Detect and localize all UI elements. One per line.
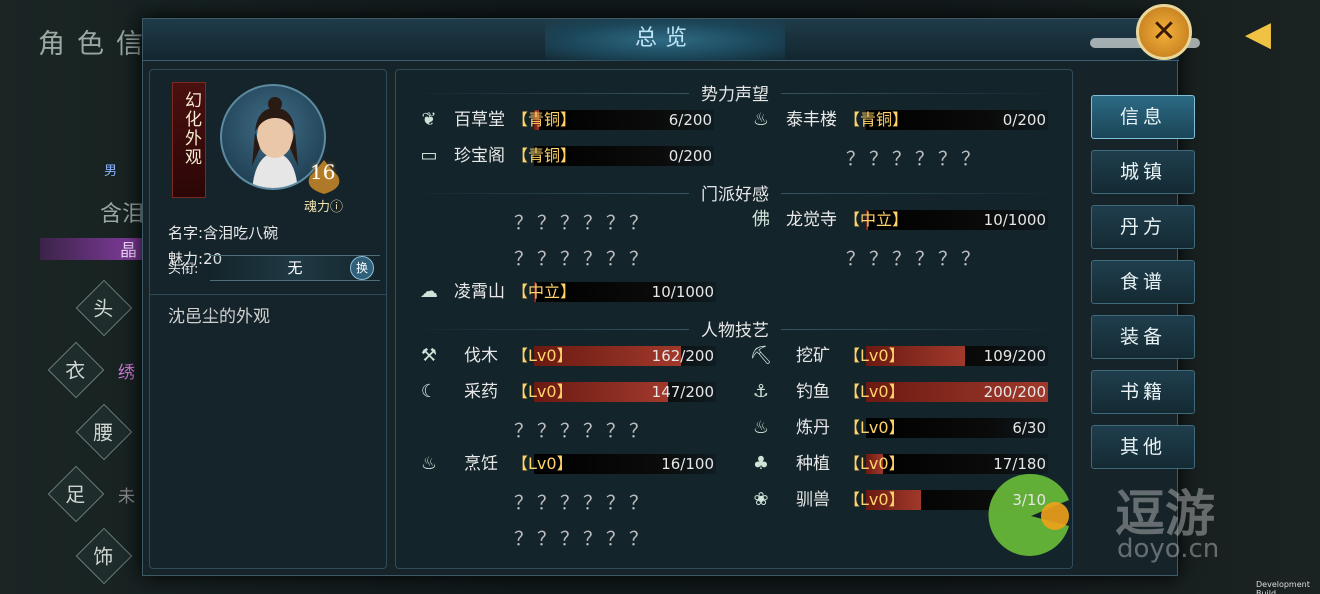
reputation-row[interactable]: ♨ 泰丰楼 0/200 【青铜】 [748,108,1048,132]
slot-feet-note: 未 [118,487,135,507]
tab-equipment[interactable]: 装备 [1091,315,1195,359]
locked-entry: ？？？？？？ [846,148,985,170]
soul-power-badge[interactable]: 16 [302,158,346,196]
divider [150,294,386,295]
slot-clothes[interactable]: 衣 [47,341,105,399]
locked-entry: ？？？？？？ [846,248,985,270]
herb-leaf-icon: ❦ [421,109,437,130]
cooking-pot-icon: ♨ [420,453,438,474]
paw-icon: ❀ [753,489,769,510]
pickaxe-icon: ⛏ [749,345,773,366]
tab-recipes-food[interactable]: 食谱 [1091,260,1195,304]
cloud-mountain-icon: ☁ [420,281,438,302]
sect-heading: 门派好感 [396,180,1074,205]
buddha-icon: 佛 [752,209,770,230]
gender-label: 男 [104,164,118,179]
watermark-domain: doyo.cn [1117,534,1220,564]
swap-title-button[interactable]: 换 [350,256,374,280]
reputation-row[interactable]: ▭ 珍宝阁 0/200 【青铜】 [416,144,714,168]
profile-panel: 幻化外观 16 魂力ⓘ 名字:含泪吃八碗 魅力: 头衔: 无 换 沈邑尘的外观 [149,69,387,569]
close-icon: ✕ [1151,14,1177,49]
soul-label[interactable]: 魂力ⓘ [304,196,343,215]
back-button[interactable]: ◀ [1238,14,1278,54]
tab-info[interactable]: 信息 [1091,95,1195,139]
name-row: 名字:含泪吃八碗 [168,222,278,243]
locked-entry: ？？？？？？ [514,492,653,514]
window-title: 总览 [545,19,785,61]
info-icon: ⓘ [330,200,344,215]
crystal-label: 晶 [120,241,137,261]
skill-row[interactable]: ⚒ 伐木 162/200 【Lv0】 [416,344,716,368]
skill-row[interactable]: ♨ 烹饪 16/100 【Lv0】 [416,452,716,476]
background-name-partial: 含泪 [100,202,145,227]
skill-row[interactable]: ⚓ 钓鱼 200/200 【Lv0】 [748,380,1048,404]
appearance-text: 沈邑尘的外观 [168,307,270,327]
sect-row[interactable]: ☁ 凌霄山 10/1000 【中立】 [416,280,716,304]
locked-entry: ？？？？？？ [514,212,653,234]
axe-icon: ⚒ [420,345,438,366]
tab-town[interactable]: 城镇 [1091,150,1195,194]
appearance-banner-text: 幻化外观 [181,91,201,167]
slot-accessory[interactable]: 饰 [75,527,133,585]
overview-window: 总览 幻化外观 16 魂力ⓘ 名字:含泪吃八碗 魅力: 头衔: 无 换 沈邑尘的… [142,18,1195,576]
slot-feet[interactable]: 足 [47,465,105,523]
reputation-heading: 势力声望 [396,80,1074,105]
close-button[interactable]: ✕ [1136,4,1192,60]
tab-other[interactable]: 其他 [1091,425,1195,469]
skill-row[interactable]: ☾ 采药 147/200 【Lv0】 [416,380,716,404]
back-arrow-icon: ◀ [1244,14,1272,54]
game-screen: 角色信息 男 含泪 晶 头 衣 绣 腰 足 未 饰 总览 幻化外观 16 魂力ⓘ… [0,0,1320,594]
name-value: 含泪吃八碗 [203,224,279,242]
treasure-box-icon: ▭ [420,145,438,166]
soul-level: 16 [310,160,336,184]
locked-entry: ？？？？？？ [514,248,653,270]
skill-row[interactable]: ♨ 炼丹 6/30 【Lv0】 [748,416,1048,440]
skill-row[interactable]: ⛏ 挖矿 109/200 【Lv0】 [748,344,1048,368]
tab-recipes-alchemy[interactable]: 丹方 [1091,205,1195,249]
locked-entry: ？？？？？？ [514,528,653,550]
slot-waist[interactable]: 腰 [75,403,133,461]
slot-clothes-note: 绣 [118,363,135,383]
title-label: 头衔: [168,262,199,277]
skill-row[interactable]: ♣ 种植 17/180 【Lv0】 [748,452,1048,476]
food-bowl-icon: ♨ [752,109,770,130]
appearance-banner[interactable]: 幻化外观 [172,82,206,198]
name-label: 名字: [168,224,204,242]
cauldron-icon: ♨ [752,417,770,438]
tab-books[interactable]: 书籍 [1091,370,1195,414]
stats-panel: 势力声望 ❦ 百草堂 6/200 【青铜】 ♨ 泰丰楼 0/200 【青铜】 ▭… [395,69,1073,569]
sickle-icon: ☾ [420,381,438,402]
dev-build-label: Development Build [1256,580,1310,594]
reputation-row[interactable]: ❦ 百草堂 6/200 【青铜】 [416,108,714,132]
skills-heading: 人物技艺 [396,316,1074,341]
fishing-rod-icon: ⚓ [752,381,770,402]
window-header: 总览 [143,19,1179,61]
sect-row[interactable]: 佛 龙觉寺 10/1000 【中立】 [748,208,1048,232]
slot-head[interactable]: 头 [75,279,133,337]
sprout-icon: ♣ [752,453,770,474]
background-equipment-panel: 男 含泪 晶 头 衣 绣 腰 足 未 饰 [0,60,150,594]
doyo-logo-icon [988,473,1069,556]
locked-entry: ？？？？？？ [514,420,653,442]
